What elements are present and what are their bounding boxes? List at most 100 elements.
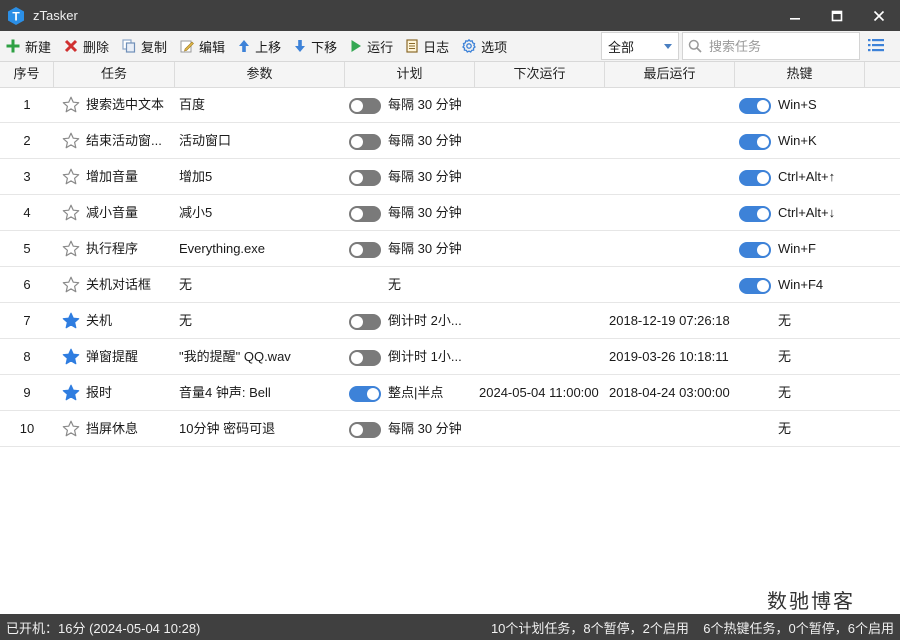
row-index: 5 — [23, 241, 31, 256]
hotkey-text: Win+S — [778, 97, 817, 112]
hotkey-toggle[interactable] — [739, 170, 771, 186]
options-label: 选项 — [481, 39, 508, 55]
schedule-toggle[interactable] — [349, 134, 381, 150]
table-row[interactable]: 3 增加音量 增加5 每隔 30 分钟 Ctrl+Alt+↑ — [0, 159, 900, 195]
row-index: 4 — [23, 205, 31, 220]
task-name: 弹窗提醒 — [86, 349, 139, 364]
schedule-text: 每隔 30 分钟 — [388, 133, 462, 148]
task-param: 活动窗口 — [179, 133, 232, 148]
options-button[interactable]: 选项 — [456, 32, 512, 60]
row-index: 2 — [23, 133, 31, 148]
star-filled-icon[interactable] — [62, 312, 80, 333]
table-row[interactable]: 9 报时 音量4 钟声: Bell 整点|半点 2024-05-04 11:00:00 2… — [0, 375, 900, 411]
uptime-status: 已开机：16分 (2024-05-04 10:28) — [6, 620, 201, 636]
watermark-text: 数驰博客 — [767, 589, 855, 613]
star-outline-icon[interactable] — [62, 276, 80, 297]
toggle-knob — [757, 208, 769, 220]
table-row[interactable]: 4 减小音量 减小5 每隔 30 分钟 Ctrl+Alt+↓ — [0, 195, 900, 231]
toggle-knob — [757, 244, 769, 256]
toggle-knob — [351, 100, 363, 112]
star-filled-icon[interactable] — [62, 384, 80, 405]
star-outline-icon[interactable] — [62, 96, 80, 117]
column-header-param[interactable]: 参数 — [175, 62, 345, 87]
star-outline-icon[interactable] — [62, 168, 80, 189]
star-outline-icon[interactable] — [62, 420, 80, 441]
task-param: 百度 — [179, 97, 206, 112]
schedule-toggle[interactable] — [349, 242, 381, 258]
column-header-hotkey[interactable]: 热键 — [735, 62, 865, 87]
search-input[interactable] — [707, 37, 851, 55]
column-header-last-run[interactable]: 最后运行 — [605, 62, 735, 87]
hotkey-text: 无 — [778, 313, 792, 328]
delete-task-label: 删除 — [83, 39, 110, 55]
column-header-next-run[interactable]: 下次运行 — [475, 62, 605, 87]
edit-task-button[interactable]: 编辑 — [174, 32, 230, 60]
edit-icon — [180, 40, 194, 53]
close-button[interactable] — [858, 0, 900, 31]
run-task-button[interactable]: 运行 — [344, 32, 398, 60]
star-filled-icon[interactable] — [62, 348, 80, 369]
hotkey-text: Win+K — [778, 133, 817, 148]
hotkey-text: Win+F4 — [778, 277, 824, 292]
toggle-knob — [367, 388, 379, 400]
move-down-button[interactable]: 下移 — [288, 32, 342, 60]
schedule-toggle[interactable] — [349, 206, 381, 222]
task-name: 执行程序 — [86, 241, 139, 256]
table-row[interactable]: 1 搜索选中文本 百度 每隔 30 分钟 Win+S — [0, 87, 900, 123]
star-outline-icon[interactable] — [62, 204, 80, 225]
schedule-toggle[interactable] — [349, 422, 381, 438]
task-name: 关机对话框 — [86, 277, 152, 292]
table-row[interactable]: 7 关机 无 倒计时 2小... 2018-12-19 07:26:18 无 — [0, 303, 900, 339]
search-box[interactable] — [682, 32, 860, 60]
maximize-button[interactable] — [816, 0, 858, 31]
hotkey-text: 无 — [778, 385, 792, 400]
row-index: 3 — [23, 169, 31, 184]
minimize-button[interactable] — [774, 0, 816, 31]
move-up-button[interactable]: 上移 — [232, 32, 286, 60]
toggle-knob — [351, 136, 363, 148]
schedule-toggle[interactable] — [349, 386, 381, 402]
schedule-toggle[interactable] — [349, 350, 381, 366]
table-row[interactable]: 8 弹窗提醒 "我的提醒" QQ.wav 倒计时 1小... 2019-03-26 10… — [0, 339, 900, 375]
task-name: 关机 — [86, 313, 113, 328]
toolbar: 新建 删除 复制 编辑 上移 下移 运行 日志 选项 全部 — [0, 31, 900, 62]
copy-task-button[interactable]: 复制 — [116, 32, 172, 60]
hotkey-text: 无 — [778, 421, 792, 436]
table-row[interactable]: 10 挡屏休息 10分钟 密码可退 每隔 30 分钟 无 — [0, 411, 900, 447]
column-header-index[interactable]: 序号 — [0, 62, 54, 87]
hotkey-toggle[interactable] — [739, 242, 771, 258]
toggle-knob — [757, 172, 769, 184]
column-header-filler — [865, 62, 900, 87]
hotkey-toggle[interactable] — [739, 98, 771, 114]
window-title: zTasker — [33, 8, 78, 23]
task-param: 10分钟 密码可退 — [179, 421, 276, 436]
row-index: 6 — [23, 277, 31, 292]
star-outline-icon[interactable] — [62, 132, 80, 153]
log-button[interactable]: 日志 — [400, 32, 454, 60]
edit-task-label: 编辑 — [199, 39, 226, 55]
column-header-task[interactable]: 任务 — [54, 62, 175, 87]
toggle-knob — [351, 244, 363, 256]
close-icon — [873, 10, 885, 21]
task-param: Everything.exe — [179, 241, 265, 256]
gear-icon — [462, 39, 477, 53]
column-header-schedule[interactable]: 计划 — [345, 62, 475, 87]
schedule-toggle[interactable] — [349, 170, 381, 186]
hotkey-text: Win+F — [778, 241, 816, 256]
schedule-toggle[interactable] — [349, 98, 381, 114]
table-row[interactable]: 6 关机对话框 无 无 Win+F4 — [0, 267, 900, 303]
table-row[interactable]: 2 结束活动窗... 活动窗口 每隔 30 分钟 Win+K — [0, 123, 900, 159]
schedule-toggle[interactable] — [349, 314, 381, 330]
hotkey-toggle[interactable] — [739, 206, 771, 222]
hotkey-toggle[interactable] — [739, 134, 771, 150]
table-row[interactable]: 5 执行程序 Everything.exe 每隔 30 分钟 Win+F — [0, 231, 900, 267]
next-run-time: 2024-05-04 11:00:00 — [479, 385, 599, 400]
star-outline-icon[interactable] — [62, 240, 80, 261]
hotkey-toggle[interactable] — [739, 278, 771, 294]
view-menu-button[interactable] — [868, 38, 884, 55]
new-task-button[interactable]: 新建 — [0, 32, 56, 60]
delete-task-button[interactable]: 删除 — [58, 32, 114, 60]
title-bar: T zTasker — [0, 0, 900, 31]
filter-dropdown[interactable]: 全部 — [601, 32, 679, 60]
last-run-time: 2019-03-26 10:18:11 — [609, 349, 729, 364]
